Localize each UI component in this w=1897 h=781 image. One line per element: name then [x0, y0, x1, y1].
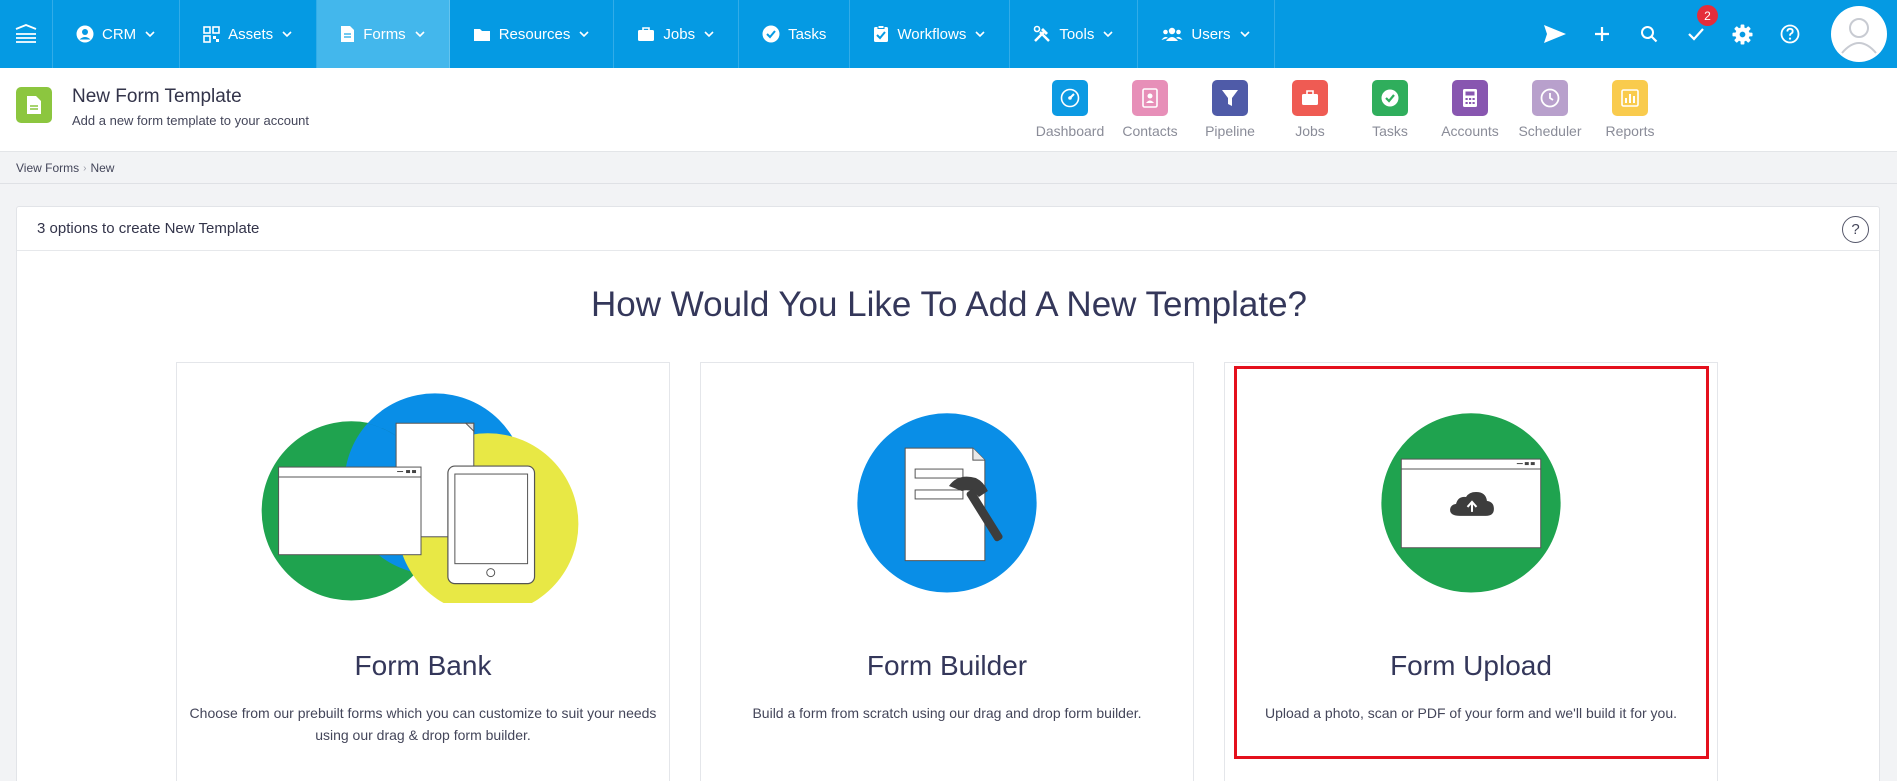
breadcrumb: View Forms › New	[16, 161, 114, 175]
avatar[interactable]	[1831, 6, 1887, 62]
nav-workflows[interactable]: Workflows	[850, 0, 1011, 68]
chevron-down-icon	[282, 31, 292, 38]
quick-link-label: Scheduler	[1518, 123, 1582, 139]
page-title: New Form Template	[72, 86, 242, 107]
quick-link-accounts[interactable]: Accounts	[1430, 80, 1510, 139]
chevron-down-icon	[145, 31, 155, 38]
quick-link-reports[interactable]: Reports	[1590, 80, 1670, 139]
clock-icon	[1532, 80, 1568, 116]
tools-icon	[1034, 25, 1051, 42]
nav-users-label: Users	[1191, 25, 1231, 43]
gear-icon[interactable]	[1719, 0, 1766, 68]
nav-resources-label: Resources	[498, 25, 571, 43]
nav-tools[interactable]: Tools	[1010, 0, 1139, 68]
chevron-down-icon	[415, 31, 425, 38]
form-builder-title: Form Builder	[866, 650, 1028, 681]
form-builder-option[interactable]: Form Builder Build a form from scratch u…	[700, 362, 1194, 781]
briefcase-icon	[1292, 80, 1328, 116]
check-circle-icon	[762, 25, 780, 43]
nav-crm-label: CRM	[102, 25, 137, 43]
chevron-down-icon	[579, 31, 589, 38]
quick-link-pipeline[interactable]: Pipeline	[1190, 80, 1270, 139]
form-upload-option[interactable]: Form Upload Upload a photo, scan or PDF …	[1224, 362, 1718, 781]
nav-jobs[interactable]: Jobs	[614, 0, 740, 68]
form-upload-title: Form Upload	[1390, 650, 1552, 681]
nav-users[interactable]: Users	[1138, 0, 1275, 68]
chevron-down-icon	[975, 31, 985, 38]
clipboard-check-icon	[874, 25, 889, 42]
chevron-right-icon: ›	[83, 162, 87, 174]
nav-tools-label: Tools	[1059, 25, 1095, 43]
notifications-check-icon[interactable]: 2	[1672, 0, 1719, 68]
speedometer-icon	[1052, 80, 1088, 116]
form-builder-description: Build a form from scratch using our drag…	[752, 705, 1142, 721]
nav-jobs-label: Jobs	[663, 25, 696, 43]
page-header: New Form Template Add a new form templat…	[0, 68, 1897, 152]
chevron-down-icon	[1103, 31, 1113, 38]
quick-links: Dashboard Contacts Pipeline Jobs Tasks A…	[1030, 80, 1670, 139]
nav-assets-label: Assets	[228, 25, 274, 43]
help-circle-icon[interactable]	[1766, 0, 1813, 68]
quick-link-dashboard[interactable]: Dashboard	[1030, 80, 1110, 139]
users-icon	[1161, 27, 1183, 41]
calculator-icon	[1452, 80, 1488, 116]
form-builder-illustration	[857, 413, 1037, 593]
form-template-icon	[16, 87, 52, 123]
briefcase-icon	[638, 27, 655, 41]
quick-link-label: Reports	[1605, 123, 1655, 139]
form-bank-title: Form Bank	[354, 650, 492, 681]
nav-tasks-label: Tasks	[788, 25, 827, 43]
breadcrumb-view-forms[interactable]: View Forms	[16, 161, 79, 175]
contact-book-icon	[1132, 80, 1168, 116]
template-options-card: 3 options to create New Template ? How W…	[16, 206, 1880, 781]
quick-link-jobs[interactable]: Jobs	[1270, 80, 1350, 139]
plus-icon[interactable]	[1578, 0, 1625, 68]
notification-badge: 2	[1697, 5, 1718, 26]
chevron-down-icon	[1239, 31, 1250, 38]
nav-resources[interactable]: Resources	[450, 0, 615, 68]
document-icon	[341, 26, 355, 42]
breadcrumb-new: New	[90, 161, 115, 175]
form-bank-illustration	[261, 393, 579, 603]
qr-code-icon	[203, 25, 220, 43]
quick-link-label: Dashboard	[1035, 123, 1105, 139]
folder-icon	[473, 28, 490, 41]
nav-tasks[interactable]: Tasks	[739, 0, 851, 68]
page-subtitle: Add a new form template to your account	[72, 113, 310, 128]
form-upload-illustration	[1381, 413, 1561, 593]
nav-assets[interactable]: Assets	[180, 0, 318, 68]
quick-link-label: Tasks	[1372, 123, 1408, 139]
card-header-title: 3 options to create New Template	[37, 220, 260, 237]
user-circle-icon	[76, 25, 94, 43]
top-navigation-bar: CRM Assets Forms Resources Jobs Tasks Wo…	[0, 0, 1897, 68]
search-icon[interactable]	[1625, 0, 1672, 68]
chevron-down-icon	[704, 31, 714, 38]
nav-crm[interactable]: CRM	[52, 0, 181, 68]
quick-link-label: Jobs	[1295, 123, 1325, 139]
quick-link-scheduler[interactable]: Scheduler	[1510, 80, 1590, 139]
form-bank-description: Choose from our prebuilt forms which you…	[189, 705, 657, 743]
form-bank-option[interactable]: Form Bank Choose from our prebuilt forms…	[176, 362, 670, 781]
help-button[interactable]: ?	[1842, 216, 1869, 243]
check-circle-icon	[1372, 80, 1408, 116]
nav-forms[interactable]: Forms	[317, 0, 450, 68]
bar-chart-icon	[1612, 80, 1648, 116]
quick-link-contacts[interactable]: Contacts	[1110, 80, 1190, 139]
form-upload-description: Upload a photo, scan or PDF of your form…	[1265, 705, 1677, 721]
nav-workflows-label: Workflows	[897, 25, 967, 43]
quick-link-tasks[interactable]: Tasks	[1350, 80, 1430, 139]
quick-link-label: Accounts	[1441, 123, 1499, 139]
quick-link-label: Pipeline	[1205, 123, 1255, 139]
quick-link-label: Contacts	[1122, 123, 1178, 139]
nav-forms-label: Forms	[363, 25, 406, 43]
menu-icon[interactable]	[0, 0, 52, 68]
divider	[0, 183, 1897, 184]
main-heading: How Would You Like To Add A New Template…	[590, 285, 1308, 324]
send-icon[interactable]	[1531, 0, 1578, 68]
card-header: 3 options to create New Template	[17, 207, 1879, 251]
funnel-icon	[1212, 80, 1248, 116]
